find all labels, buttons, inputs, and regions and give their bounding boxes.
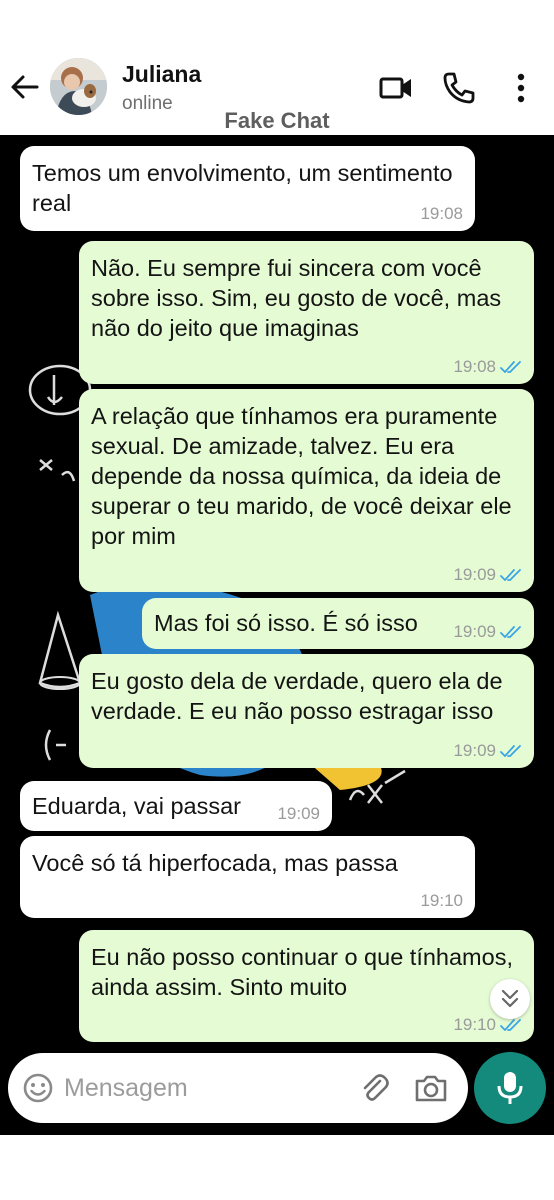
double-check-icon <box>500 569 521 581</box>
message-incoming[interactable]: Você só tá hiperfocada, mas passa 19:10 <box>20 836 475 918</box>
video-call-button[interactable] <box>378 70 414 106</box>
contact-name[interactable]: Juliana <box>122 61 201 88</box>
emoji-icon[interactable] <box>22 1072 54 1104</box>
paperclip-icon[interactable] <box>358 1072 390 1104</box>
message-text: Você só tá hiperfocada, mas passa <box>32 850 398 876</box>
video-call-icon <box>379 77 411 99</box>
message-outgoing[interactable]: Não. Eu sempre fui sincera com você sobr… <box>79 241 534 384</box>
contact-avatar[interactable] <box>50 58 107 115</box>
back-button[interactable] <box>8 70 42 104</box>
arrow-left-icon <box>11 75 39 99</box>
message-meta: 19:09 <box>453 565 522 585</box>
phone-icon <box>443 72 475 104</box>
message-meta: 19:08 <box>420 204 463 224</box>
double-check-icon <box>500 745 521 757</box>
scroll-to-bottom-button[interactable] <box>490 979 530 1019</box>
message-outgoing[interactable]: A relação que tínhamos era puramente sex… <box>79 389 534 592</box>
mic-icon <box>497 1072 523 1104</box>
voice-call-button[interactable] <box>441 70 477 106</box>
chevron-double-down-icon <box>501 989 519 1008</box>
message-text: Eu gosto dela de verdade, quero ela de v… <box>91 668 503 724</box>
message-outgoing[interactable]: Mas foi só isso. É só isso 19:09 <box>142 598 534 649</box>
message-text: A relação que tínhamos era puramente sex… <box>91 403 512 549</box>
avatar-photo <box>50 58 107 115</box>
message-meta: 19:09 <box>277 804 320 824</box>
message-text: Não. Eu sempre fui sincera com você sobr… <box>91 255 502 341</box>
message-meta: 19:09 <box>453 622 522 642</box>
more-options-button[interactable] <box>506 70 536 106</box>
more-vert-icon <box>517 73 525 103</box>
message-text: Temos um envolvimento, um sentimento rea… <box>32 160 453 216</box>
message-outgoing[interactable]: Eu não posso continuar o que tínhamos, a… <box>79 930 534 1042</box>
message-time: 19:09 <box>453 622 496 641</box>
message-meta: 19:10 <box>420 891 463 911</box>
app-watermark-title: Fake Chat <box>224 108 330 133</box>
message-time: 19:10 <box>420 891 463 910</box>
double-check-icon <box>500 361 521 373</box>
message-incoming[interactable]: Eduarda, vai passar 19:09 <box>20 781 332 831</box>
message-time: 19:08 <box>420 204 463 223</box>
message-time: 19:09 <box>277 804 320 823</box>
bottom-blank-area <box>0 1135 554 1200</box>
message-time: 19:09 <box>453 565 496 584</box>
message-text: Eduarda, vai passar <box>32 793 242 819</box>
message-time: 19:09 <box>453 741 496 760</box>
message-composer <box>8 1053 468 1123</box>
message-time: 19:08 <box>453 357 496 376</box>
message-text: Mas foi só isso. É só isso <box>154 610 418 636</box>
message-time: 19:10 <box>453 1015 496 1034</box>
message-text: Eu não posso continuar o que tínhamos, a… <box>91 944 513 1000</box>
message-outgoing[interactable]: Eu gosto dela de verdade, quero ela de v… <box>79 654 534 768</box>
double-check-icon <box>500 1019 521 1031</box>
chat-header: Juliana online Fake Chat <box>0 0 554 135</box>
message-meta: 19:09 <box>453 741 522 761</box>
voice-message-button[interactable] <box>474 1052 546 1124</box>
camera-icon[interactable] <box>414 1072 448 1104</box>
message-input[interactable] <box>64 1071 354 1105</box>
message-meta: 19:08 <box>453 357 522 377</box>
message-incoming[interactable]: Temos um envolvimento, um sentimento rea… <box>20 146 475 231</box>
double-check-icon <box>500 626 521 638</box>
